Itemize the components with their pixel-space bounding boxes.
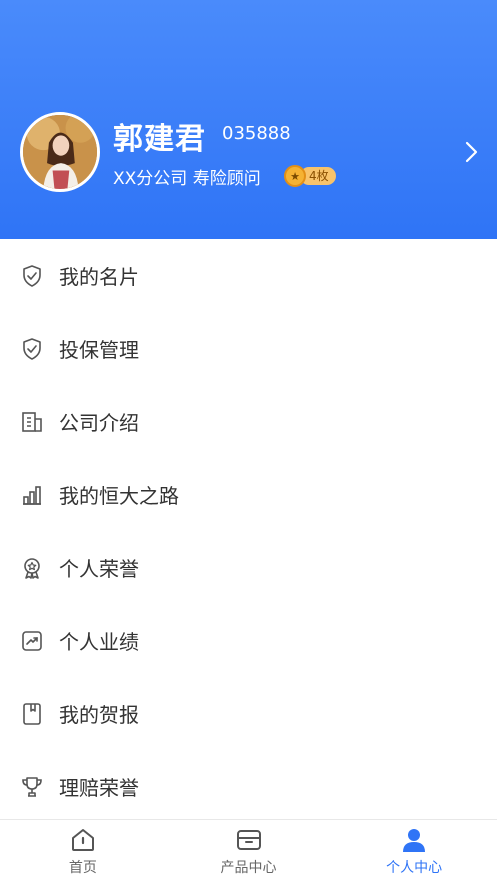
menu-label: 理赔荣誉 (59, 776, 139, 800)
menu-item-company-intro[interactable]: 公司介绍 (0, 385, 497, 458)
menu-item-policy-management[interactable]: 投保管理 (0, 312, 497, 385)
menu-item-performance[interactable]: 个人业绩 (0, 604, 497, 677)
tab-products[interactable]: 产品中心 (166, 820, 332, 883)
person-icon (403, 829, 426, 852)
menu-label: 投保管理 (59, 338, 139, 362)
tab-personal-center[interactable]: 个人中心 (331, 820, 497, 883)
box-icon (236, 830, 261, 850)
medal-badge[interactable]: ★ 4枚 (284, 165, 336, 187)
bar-chart-icon (23, 485, 41, 505)
tab-label: 个人中心 (386, 860, 443, 876)
menu-label: 个人荣誉 (59, 557, 139, 581)
user-code: 035888 (222, 123, 291, 144)
menu-item-personal-honor[interactable]: 个人荣誉 (0, 531, 497, 604)
menu-label: 公司介绍 (59, 411, 139, 435)
menu-label: 我的名片 (59, 265, 139, 289)
home-icon (71, 829, 94, 851)
trend-icon (22, 630, 42, 651)
bookmark-icon (23, 702, 41, 725)
menu-list: 我的名片 投保管理 公司介绍 我的恒大之路 个人荣誉 个人业绩 我的贺报 理赔荣… (0, 239, 497, 823)
medal-icon: ★ (284, 165, 306, 187)
menu-label: 我的贺报 (59, 703, 139, 727)
bottom-tab-bar: 首页 产品中心 个人中心 (0, 819, 497, 883)
profile-header[interactable]: 郭建君 035888 XX分公司 寿险顾问 ★ 4枚 (0, 0, 497, 239)
menu-item-my-path[interactable]: 我的恒大之路 (0, 458, 497, 531)
tab-label: 产品中心 (220, 860, 277, 876)
award-icon (24, 557, 40, 579)
menu-item-congrats-report[interactable]: 我的贺报 (0, 677, 497, 750)
building-icon (22, 411, 42, 432)
menu-item-claims-honor[interactable]: 理赔荣誉 (0, 750, 497, 823)
shield-check-icon (23, 264, 41, 287)
menu-item-my-card[interactable]: 我的名片 (0, 239, 497, 312)
menu-label: 我的恒大之路 (59, 484, 179, 508)
user-name: 郭建君 (113, 122, 206, 157)
menu-label: 个人业绩 (59, 630, 139, 654)
user-subtitle: XX分公司 寿险顾问 (113, 169, 261, 189)
trophy-icon (22, 776, 42, 797)
chevron-right-icon[interactable] (463, 140, 481, 164)
shield-check-icon (23, 337, 41, 360)
tab-label: 首页 (68, 860, 97, 876)
avatar (20, 112, 100, 192)
tab-home[interactable]: 首页 (0, 820, 166, 883)
